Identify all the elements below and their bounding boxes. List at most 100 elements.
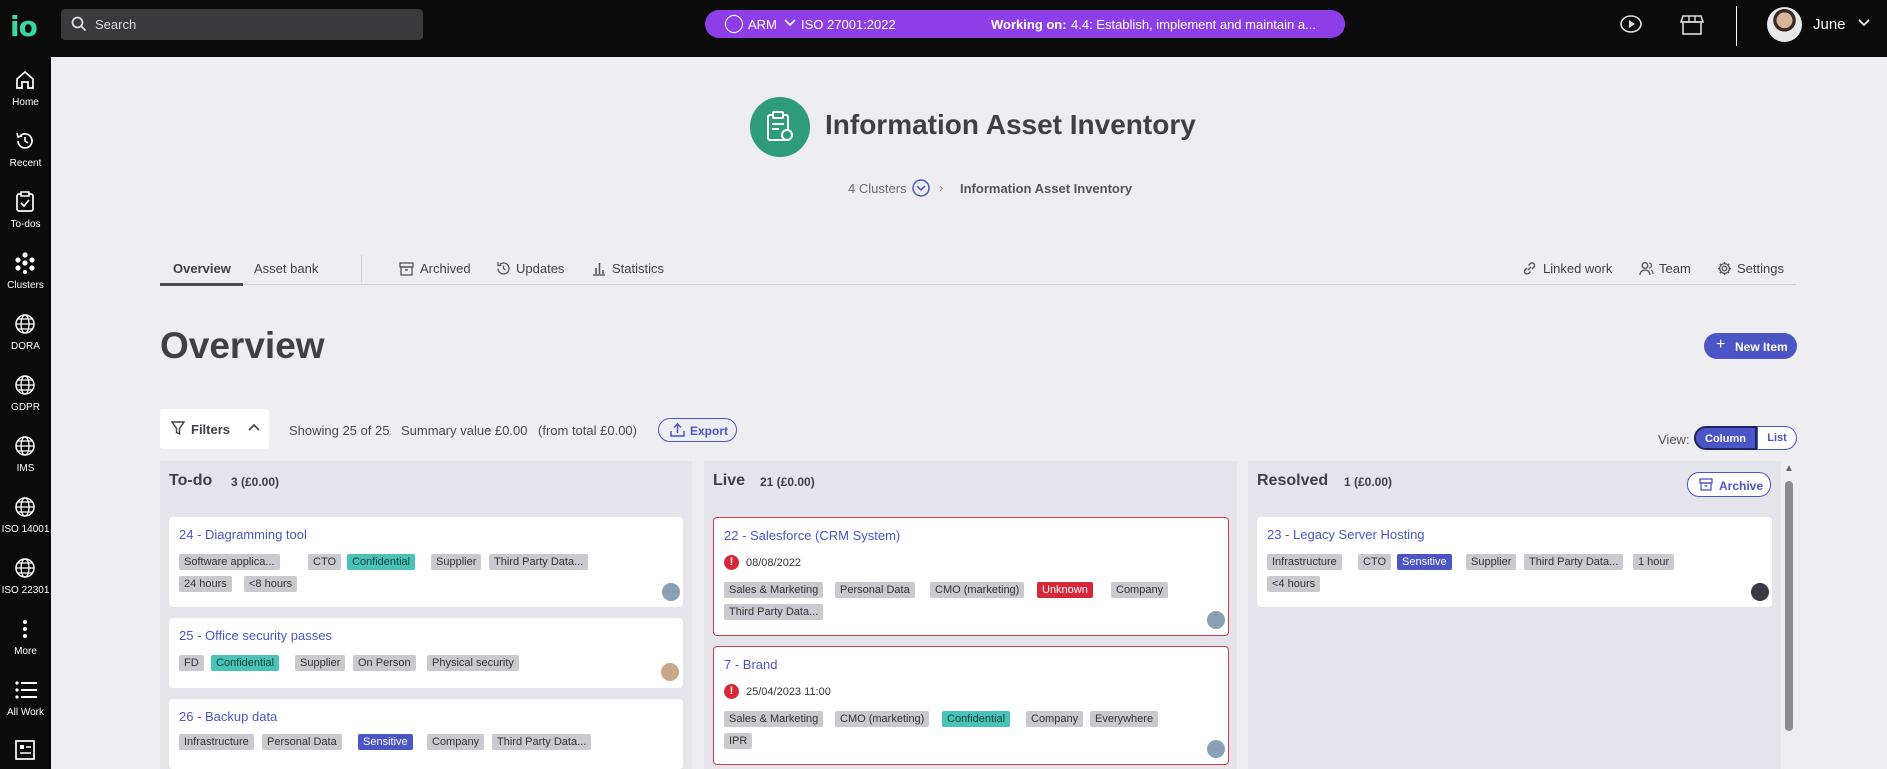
tab-overview[interactable]: Overview bbox=[173, 261, 231, 276]
sidebar-item-label: To-dos bbox=[10, 219, 41, 230]
sidebar-item-clusters[interactable]: Clusters bbox=[0, 240, 51, 298]
sidebar-item-home[interactable]: Home bbox=[0, 57, 51, 115]
view-column-toggle[interactable]: Column bbox=[1694, 426, 1757, 450]
scrollbar[interactable]: ▲ bbox=[1783, 463, 1795, 769]
sidebar-item-label: More bbox=[14, 646, 37, 657]
search-placeholder: Search bbox=[95, 17, 137, 32]
tag: <8 hours bbox=[244, 576, 298, 592]
due-date: 08/08/2022 bbox=[746, 557, 802, 569]
new-item-button[interactable]: + New Item bbox=[1704, 333, 1797, 359]
tag: Personal Data bbox=[835, 582, 915, 598]
tag: Unknown bbox=[1037, 582, 1093, 598]
sidebar-item-all-work[interactable]: All Work bbox=[0, 667, 51, 725]
context-pill[interactable]: ARM ISO 27001:2022 Working on: 4.4: Esta… bbox=[705, 10, 1345, 38]
board-card[interactable]: 25 - Office security passes FD Confident… bbox=[169, 618, 683, 688]
card-title[interactable]: 24 - Diagramming tool bbox=[179, 527, 307, 542]
sidebar-item-ims[interactable]: IMS bbox=[0, 423, 51, 481]
tag: Software applica... bbox=[179, 554, 280, 570]
archive-icon bbox=[399, 262, 414, 276]
sidebar-item-label: All Work bbox=[6, 707, 45, 718]
bar-chart-icon bbox=[593, 263, 605, 276]
store-icon[interactable] bbox=[1680, 14, 1704, 36]
io-logo[interactable]: io bbox=[10, 10, 44, 44]
org-badge-icon bbox=[725, 15, 743, 33]
view-list-label: List bbox=[1767, 432, 1787, 444]
tag: Confidential bbox=[211, 655, 280, 671]
tag: <4 hours bbox=[1267, 576, 1321, 592]
summary-value: Summary value £0.00 bbox=[401, 423, 528, 438]
org-name: ARM bbox=[748, 17, 777, 32]
avatar[interactable] bbox=[1767, 7, 1802, 42]
avatar[interactable] bbox=[1751, 583, 1769, 601]
card-title[interactable]: 26 - Backup data bbox=[179, 709, 277, 724]
sidebar-item-gdpr[interactable]: GDPR bbox=[0, 362, 51, 420]
tab-label: Team bbox=[1659, 261, 1691, 276]
sidebar-item-label: ISO 22301 bbox=[1, 585, 50, 596]
archive-button[interactable]: Archive bbox=[1687, 472, 1771, 497]
card-title[interactable]: 7 - Brand bbox=[724, 657, 777, 672]
avatar[interactable] bbox=[1207, 740, 1225, 758]
export-button[interactable]: Export bbox=[658, 418, 737, 442]
tag: 24 hours bbox=[179, 576, 232, 592]
alert-icon: ! bbox=[724, 555, 739, 570]
sidebar-item-iso-22301[interactable]: ISO 22301 bbox=[0, 545, 51, 603]
due-date: 25/04/2023 11:00 bbox=[746, 686, 831, 698]
user-name[interactable]: June bbox=[1813, 16, 1846, 33]
board-card[interactable]: 26 - Backup data Infrastructure Personal… bbox=[169, 699, 683, 769]
sidebar-item-todos[interactable]: To-dos bbox=[0, 179, 51, 237]
search-input[interactable]: Search bbox=[61, 9, 423, 40]
dashboard-icon[interactable] bbox=[14, 739, 36, 761]
column-count: 3 (£0.00) bbox=[231, 475, 280, 489]
chevron-right-icon: › bbox=[939, 180, 944, 195]
board-card[interactable]: 23 - Legacy Server Hosting Infrastructur… bbox=[1257, 517, 1772, 607]
divider bbox=[361, 255, 362, 282]
sidebar-item-dora[interactable]: DORA bbox=[0, 301, 51, 359]
tag: Supplier bbox=[295, 655, 346, 671]
tag: Third Party Data... bbox=[1524, 554, 1624, 570]
avatar[interactable] bbox=[662, 583, 680, 601]
card-title[interactable]: 22 - Salesforce (CRM System) bbox=[724, 528, 900, 543]
scroll-up-arrow-icon[interactable]: ▲ bbox=[1784, 463, 1794, 474]
tab-label: Statistics bbox=[612, 261, 665, 276]
board-card[interactable]: 22 - Salesforce (CRM System) ! 08/08/202… bbox=[713, 517, 1229, 636]
chevron-circle-down-icon[interactable] bbox=[912, 179, 930, 197]
working-on-task[interactable]: 4.4: Establish, implement and maintain a… bbox=[1071, 17, 1316, 32]
plus-icon: + bbox=[1716, 336, 1726, 353]
section-title: Overview bbox=[160, 325, 325, 366]
view-list-toggle[interactable]: List bbox=[1757, 426, 1797, 450]
sidebar-item-recent[interactable]: Recent bbox=[0, 118, 51, 176]
globe-icon bbox=[15, 375, 35, 395]
column-title: Resolved bbox=[1257, 472, 1329, 489]
tag: CMO (marketing) bbox=[930, 582, 1025, 598]
sidebar-item-label: DORA bbox=[11, 341, 40, 352]
tag: Sales & Marketing bbox=[724, 711, 824, 727]
tab-label: Archived bbox=[420, 261, 471, 276]
sidebar: Home Recent To-dos Clusters DORA GDPR IM… bbox=[0, 57, 51, 769]
globe-icon bbox=[15, 314, 35, 334]
view-column-label: Column bbox=[1705, 433, 1746, 445]
chevron-down-icon[interactable] bbox=[1857, 16, 1871, 30]
scrollbar-thumb[interactable] bbox=[1785, 481, 1793, 731]
sidebar-item-label: GDPR bbox=[11, 402, 40, 413]
chevron-down-icon[interactable] bbox=[783, 15, 797, 31]
view-label: View: bbox=[1658, 432, 1690, 447]
video-play-icon[interactable] bbox=[1619, 14, 1643, 34]
card-title[interactable]: 23 - Legacy Server Hosting bbox=[1267, 527, 1425, 542]
breadcrumb-parent[interactable]: 4 Clusters bbox=[848, 181, 907, 196]
tag: Physical security bbox=[427, 655, 519, 671]
alert-icon: ! bbox=[724, 684, 739, 699]
avatar[interactable] bbox=[661, 663, 679, 681]
column-count: 1 (£0.00) bbox=[1344, 475, 1393, 489]
breadcrumb-current: Information Asset Inventory bbox=[960, 181, 1133, 196]
avatar[interactable] bbox=[1207, 611, 1225, 629]
clipboard-check-icon bbox=[16, 191, 34, 212]
sidebar-item-more[interactable]: More bbox=[0, 606, 51, 664]
filters-button[interactable]: Filters bbox=[160, 409, 269, 449]
sidebar-item-iso-14001[interactable]: ISO 14001 bbox=[0, 484, 51, 542]
board-card[interactable]: 7 - Brand ! 25/04/2023 11:00 Sales & Mar… bbox=[713, 646, 1229, 765]
globe-icon bbox=[15, 497, 35, 517]
tag: 1 hour bbox=[1633, 554, 1675, 570]
board-card[interactable]: 24 - Diagramming tool Software applica..… bbox=[169, 517, 683, 607]
card-title[interactable]: 25 - Office security passes bbox=[179, 628, 332, 643]
tab-asset-bank[interactable]: Asset bank bbox=[254, 261, 318, 276]
